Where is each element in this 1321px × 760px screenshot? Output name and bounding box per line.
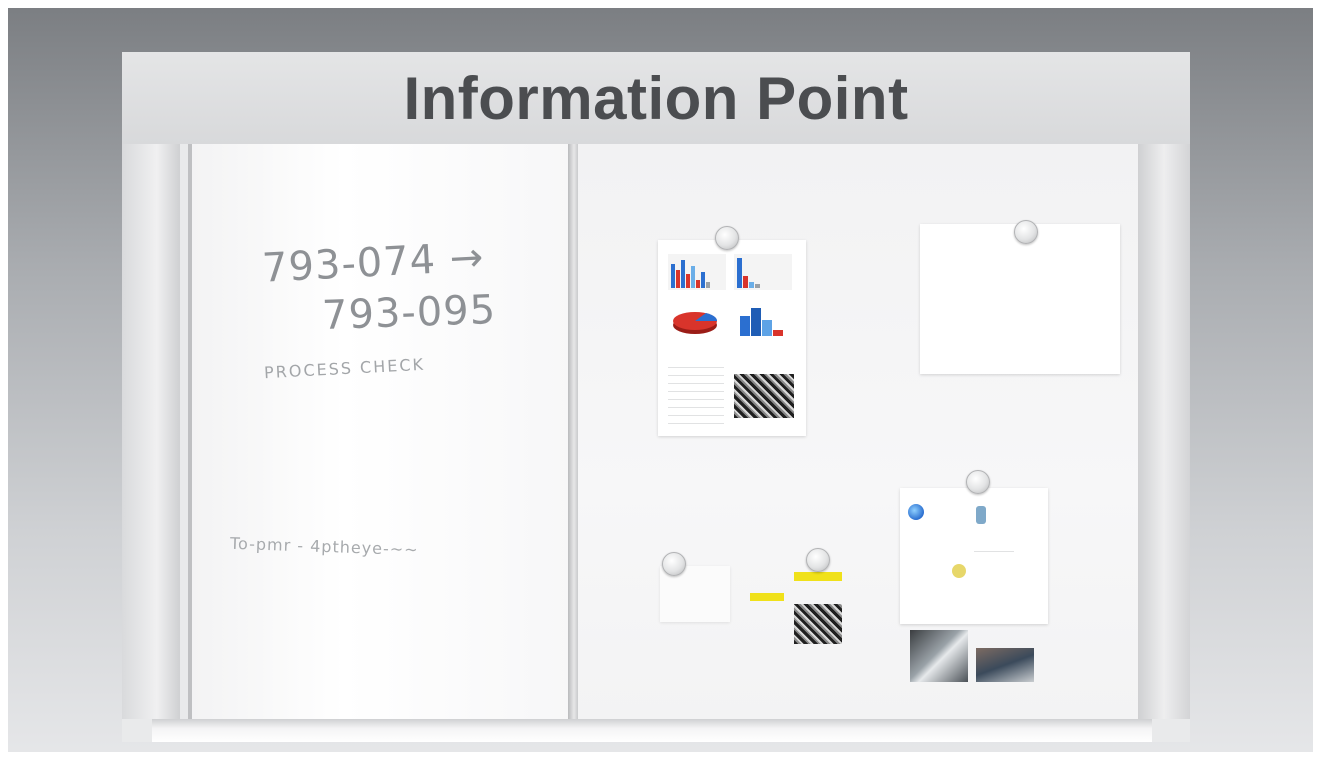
magnet-icon xyxy=(662,552,686,576)
icons-sheet-text xyxy=(974,544,1014,554)
header-bar: Information Point xyxy=(122,52,1190,146)
photo-thumbnail-car xyxy=(976,648,1034,682)
board-title: Information Point xyxy=(403,64,909,132)
magnet-icon xyxy=(966,470,990,494)
highlight-tag xyxy=(794,572,842,581)
highlight-tag xyxy=(750,593,784,601)
badge-icon xyxy=(952,564,966,578)
phone-icon xyxy=(976,506,986,524)
chart-report-sheet xyxy=(658,240,806,436)
magnet-icon xyxy=(1014,220,1038,244)
photo-thumbnail-office xyxy=(910,630,968,682)
panel-divider xyxy=(568,144,578,719)
right-sliding-door-edge xyxy=(1138,144,1190,719)
photo-thumbnail-crowd xyxy=(734,374,794,418)
report-text-lines xyxy=(668,360,724,424)
magnetic-pinboard xyxy=(578,144,1138,719)
case-body: 793-074 → 793-095 PROCESS CHECK To-pmr -… xyxy=(122,144,1190,742)
magnet-icon xyxy=(715,226,739,250)
handwritten-text-1: 793-074 → xyxy=(260,234,486,292)
notice-board-cabinet: Information Point 793-074 → 793-095 PROC… xyxy=(122,52,1190,742)
bar-chart-thumbnail-2 xyxy=(734,254,792,290)
icons-sheet xyxy=(900,488,1048,624)
blank-sheet xyxy=(920,224,1120,374)
pie-chart-thumbnail xyxy=(673,312,718,334)
globe-icon xyxy=(908,504,924,520)
photo-thumbnail-people xyxy=(794,604,842,644)
bar-chart-thumbnail-1 xyxy=(668,254,726,290)
bottom-tray xyxy=(152,719,1152,742)
whiteboard-panel: 793-074 → 793-095 PROCESS CHECK To-pmr -… xyxy=(188,144,574,719)
handwritten-text-4: To-pmr - 4ptheye-~~ xyxy=(229,533,419,560)
left-sliding-door-edge xyxy=(122,144,180,719)
handwritten-text-3: PROCESS CHECK xyxy=(263,354,426,383)
handwritten-text-2: 793-095 xyxy=(321,286,497,340)
magnet-icon xyxy=(806,548,830,572)
3d-bar-chart-thumbnail xyxy=(740,308,783,336)
